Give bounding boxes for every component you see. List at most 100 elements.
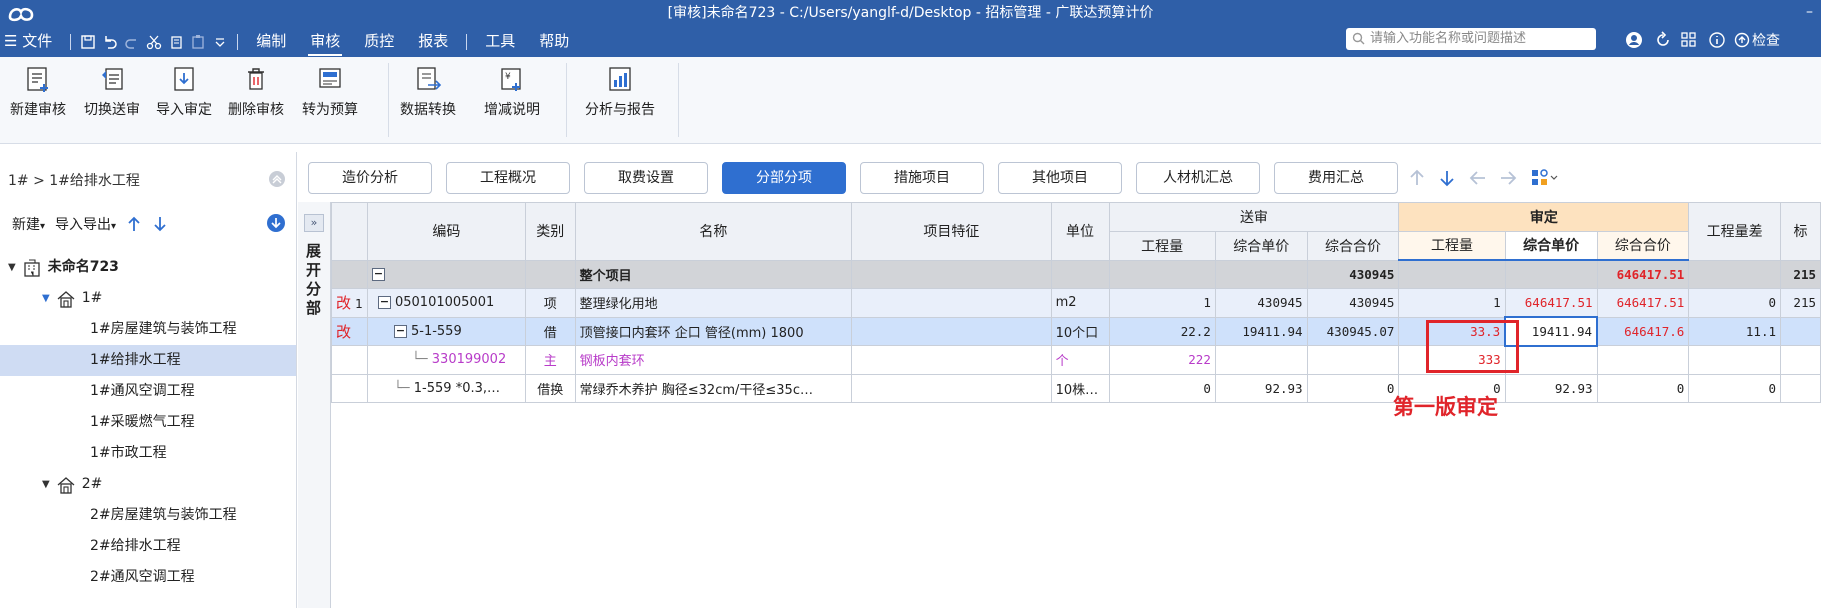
menu-review[interactable]: 审核 [298, 30, 352, 56]
menu-report[interactable]: 报表 [406, 30, 460, 54]
cell-submitted-qty[interactable]: 1 [1108, 288, 1216, 318]
new-review-button[interactable]: 新建审核 [10, 65, 66, 119]
copy-icon[interactable] [165, 31, 187, 53]
cell-submitted-price[interactable]: 19411.94 [1214, 316, 1308, 346]
cut-icon[interactable] [143, 31, 165, 53]
menu-quality[interactable]: 质控 [352, 30, 406, 54]
arrow-down-icon[interactable] [1438, 168, 1456, 188]
tree-item[interactable]: 1#采暖燃气工程 [90, 407, 195, 438]
increase-decrease-note-button[interactable]: ¥ 增减说明 [484, 65, 540, 119]
tab-project-overview[interactable]: 工程概况 [446, 162, 570, 194]
analysis-report-button[interactable]: 分析与报告 [585, 65, 655, 119]
cell-submitted-price[interactable] [1214, 345, 1308, 375]
tree-item[interactable]: 2#房屋建筑与装饰工程 [90, 500, 237, 531]
column-header-submitted-price[interactable]: 综合单价 [1214, 230, 1308, 261]
cell-unit[interactable]: 10株… [1050, 373, 1110, 403]
tree-item[interactable]: 1#市政工程 [90, 438, 167, 469]
cell-name[interactable]: 钢板内套环 [574, 345, 853, 375]
delete-review-button[interactable]: 删除审核 [228, 65, 284, 119]
menu-tools[interactable]: 工具 [473, 30, 527, 54]
column-header-name[interactable]: 名称 [574, 202, 853, 261]
user-icon[interactable] [1624, 30, 1646, 50]
column-header-submitted-total[interactable]: 综合合价 [1306, 230, 1400, 261]
cell-name[interactable]: 整理绿化用地 [574, 288, 853, 318]
cell-name[interactable]: 整个项目 [574, 259, 853, 289]
tab-cost-analysis[interactable]: 造价分析 [308, 162, 432, 194]
check-button[interactable]: 检查 [1734, 30, 1780, 50]
column-header-code[interactable]: 编码 [366, 202, 526, 261]
convert-budget-button[interactable]: 转为预算 [302, 65, 358, 119]
column-header-approved-total[interactable]: 综合合价 [1596, 230, 1690, 261]
cell-feature[interactable] [851, 345, 1052, 375]
tree-group-1[interactable]: ▼ 1# [42, 283, 102, 314]
cell-code[interactable]: −5-1-559 [366, 316, 526, 346]
tree-item[interactable]: 2#通风空调工程 [90, 562, 195, 593]
column-header-unit[interactable]: 单位 [1050, 202, 1110, 261]
column-header-submitted-qty[interactable]: 工程量 [1108, 230, 1216, 261]
save-icon[interactable] [77, 31, 99, 53]
new-node-button[interactable]: 新建▾ [12, 214, 45, 234]
expand-caret-icon[interactable]: ▼ [42, 469, 50, 500]
column-header-type[interactable]: 类别 [524, 202, 576, 261]
cell-code[interactable]: └─ 330199002 [366, 345, 526, 375]
cell-type[interactable]: 项 [524, 288, 576, 318]
move-up-icon[interactable] [126, 215, 142, 233]
tree-item[interactable]: 2#给排水工程 [90, 531, 181, 562]
cell-type[interactable]: 借 [524, 316, 576, 346]
expand-toggle-button[interactable]: » [304, 214, 324, 232]
arrow-right-icon[interactable] [1498, 168, 1518, 188]
cell-approved-qty[interactable]: 1 [1398, 288, 1506, 318]
cell-unit[interactable]: 个 [1050, 345, 1110, 375]
tab-measures[interactable]: 措施项目 [860, 162, 984, 194]
collapse-pane-icon[interactable] [268, 170, 286, 188]
table-row-total[interactable]: − 整个项目 430945 646417.51 215 [331, 259, 1821, 289]
cell-name[interactable]: 顶管接口内套环 企口 管径(mm) 1800 [574, 316, 853, 346]
collapse-icon[interactable]: − [377, 296, 391, 310]
tree-item-selected[interactable]: 1#给排水工程 [0, 345, 296, 376]
info-icon[interactable] [1708, 31, 1726, 49]
tree-item[interactable]: 1#房屋建筑与装饰工程 [90, 314, 237, 345]
expand-caret-icon[interactable]: ▼ [42, 283, 50, 314]
cell-submitted-qty[interactable]: 0 [1108, 373, 1216, 403]
arrow-left-icon[interactable] [1468, 168, 1488, 188]
column-header-qty-diff[interactable]: 工程量差 [1688, 202, 1781, 261]
undo-icon[interactable] [99, 31, 121, 53]
cell-approved-price[interactable]: 92.93 [1504, 373, 1598, 403]
import-approved-button[interactable]: 导入审定 [156, 65, 212, 119]
switch-submission-button[interactable]: 切换送审 [84, 65, 140, 119]
move-down-icon[interactable] [152, 215, 168, 233]
menu-edit[interactable]: 编制 [244, 30, 298, 54]
arrow-up-icon[interactable] [1408, 168, 1426, 188]
import-export-button[interactable]: 导入导出▾ [55, 214, 116, 234]
minimize-button[interactable]: – [1806, 4, 1813, 20]
cell-name[interactable]: 常绿乔木养护 胸径≤32cm/干径≤35c… [574, 373, 853, 403]
collapse-icon[interactable]: − [371, 267, 385, 281]
settings-dropdown-icon[interactable] [1530, 168, 1560, 188]
tree-group-2[interactable]: ▼ 2# [42, 469, 102, 500]
column-header-cut[interactable]: 标 [1780, 202, 1821, 261]
cell-unit[interactable]: m2 [1050, 288, 1110, 318]
menu-help[interactable]: 帮助 [527, 30, 581, 54]
table-row[interactable]: └─ 1-559 *0.3,… 借换 常绿乔木养护 胸径≤32cm/干径≤35c… [331, 373, 1821, 403]
data-convert-button[interactable]: 数据转换 [400, 65, 456, 119]
cell-type[interactable]: 借换 [524, 373, 576, 403]
redo-icon[interactable] [121, 31, 143, 53]
cell-submitted-price[interactable]: 92.93 [1214, 373, 1308, 403]
cell-feature[interactable] [851, 316, 1052, 346]
search-input[interactable]: 请输入功能名称或问题描述 [1346, 28, 1596, 50]
refresh-icon[interactable] [1654, 31, 1672, 49]
tree-item[interactable]: 1#通风空调工程 [90, 376, 195, 407]
cell-feature[interactable] [851, 288, 1052, 318]
cell-submitted-price[interactable]: 430945 [1214, 288, 1308, 318]
table-row[interactable]: └─ 330199002 主 钢板内套环 个 222 333 [331, 345, 1821, 375]
tree-root[interactable]: ▼ 未命名723 [8, 252, 288, 283]
cell-approved-price[interactable]: 646417.51 [1504, 288, 1598, 318]
column-header-feature[interactable]: 项目特征 [851, 202, 1052, 261]
cell-feature[interactable] [851, 373, 1052, 403]
menu-file[interactable]: ☰ 文件 [0, 30, 64, 54]
cell-code[interactable]: −050101005001 [366, 288, 526, 318]
tab-sub-items[interactable]: 分部分项 [722, 162, 846, 194]
tab-fee-settings[interactable]: 取费设置 [584, 162, 708, 194]
table-row[interactable]: 改 1 −050101005001 项 整理绿化用地 m2 1 430945 4… [331, 288, 1821, 318]
cell-type[interactable]: 主 [524, 345, 576, 375]
